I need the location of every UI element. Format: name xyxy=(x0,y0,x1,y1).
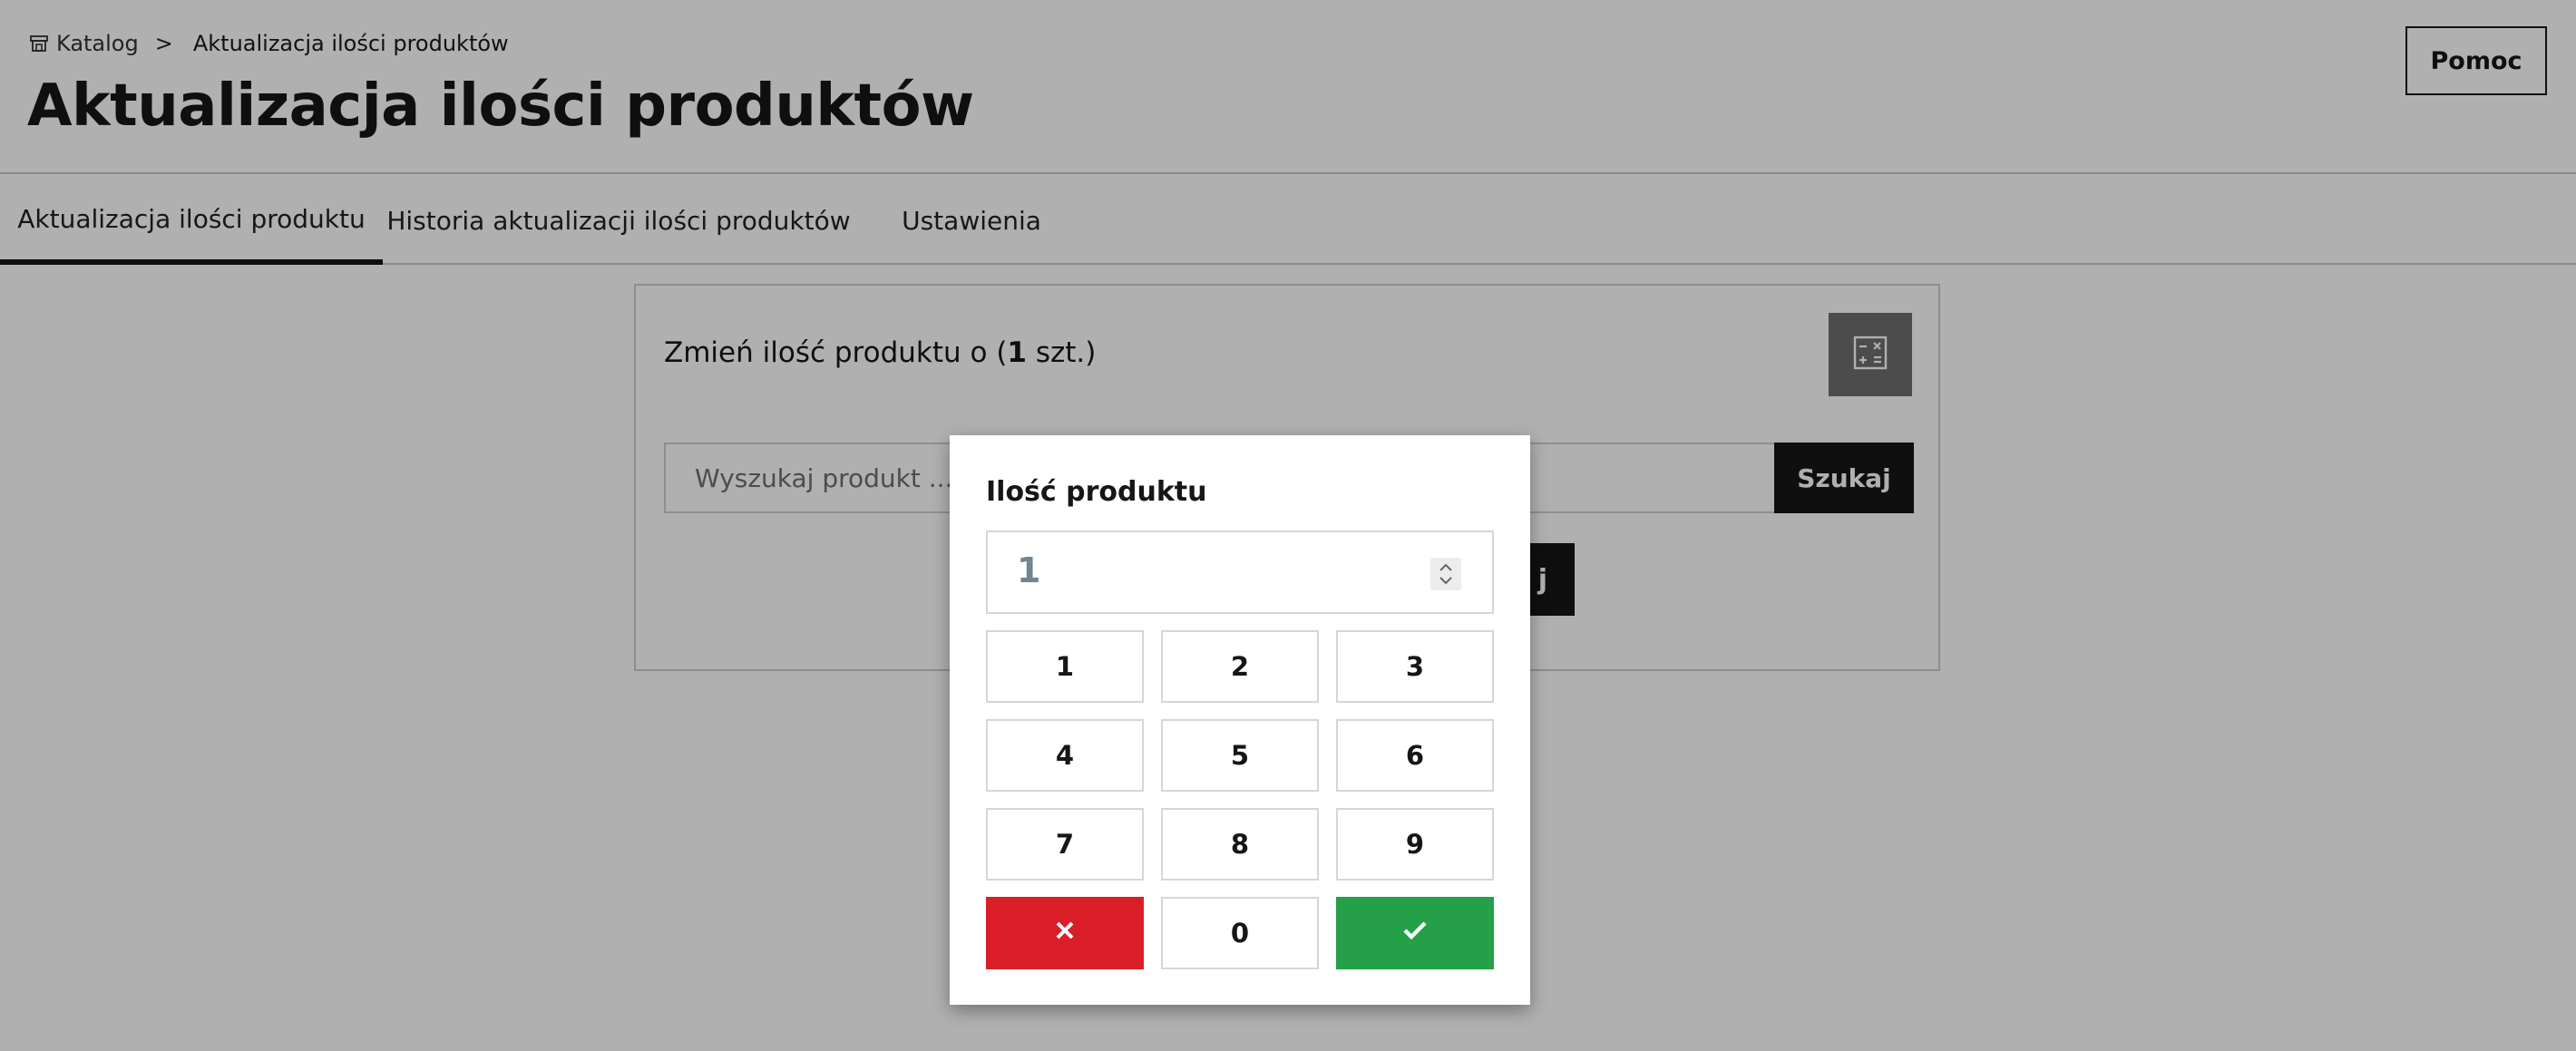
confirm-button[interactable] xyxy=(1336,897,1494,969)
checkmark-icon xyxy=(1401,918,1429,949)
cancel-button[interactable] xyxy=(986,897,1144,969)
keypad-key-8[interactable]: 8 xyxy=(1161,808,1319,881)
keypad-key-9[interactable]: 9 xyxy=(1336,808,1494,881)
keypad-key-6[interactable]: 6 xyxy=(1336,719,1494,792)
keypad-key-2[interactable]: 2 xyxy=(1161,630,1319,703)
keypad-key-7[interactable]: 7 xyxy=(986,808,1144,881)
keypad-key-4[interactable]: 4 xyxy=(986,719,1144,792)
dialog-title: Ilość produktu xyxy=(986,476,1207,508)
quantity-input[interactable]: 1 xyxy=(986,530,1494,614)
quantity-value: 1 xyxy=(1017,550,1041,590)
keypad-key-3[interactable]: 3 xyxy=(1336,630,1494,703)
keypad-key-5[interactable]: 5 xyxy=(1161,719,1319,792)
quantity-keypad-dialog: Ilość produktu 1 1 2 3 4 5 6 7 8 9 0 xyxy=(950,435,1530,1005)
close-icon xyxy=(1053,918,1077,949)
chevron-updown-icon[interactable] xyxy=(1430,558,1461,590)
keypad-key-1[interactable]: 1 xyxy=(986,630,1144,703)
page: Katalog > Aktualizacja ilości produktów … xyxy=(0,0,2576,1051)
keypad-key-0[interactable]: 0 xyxy=(1161,897,1319,969)
